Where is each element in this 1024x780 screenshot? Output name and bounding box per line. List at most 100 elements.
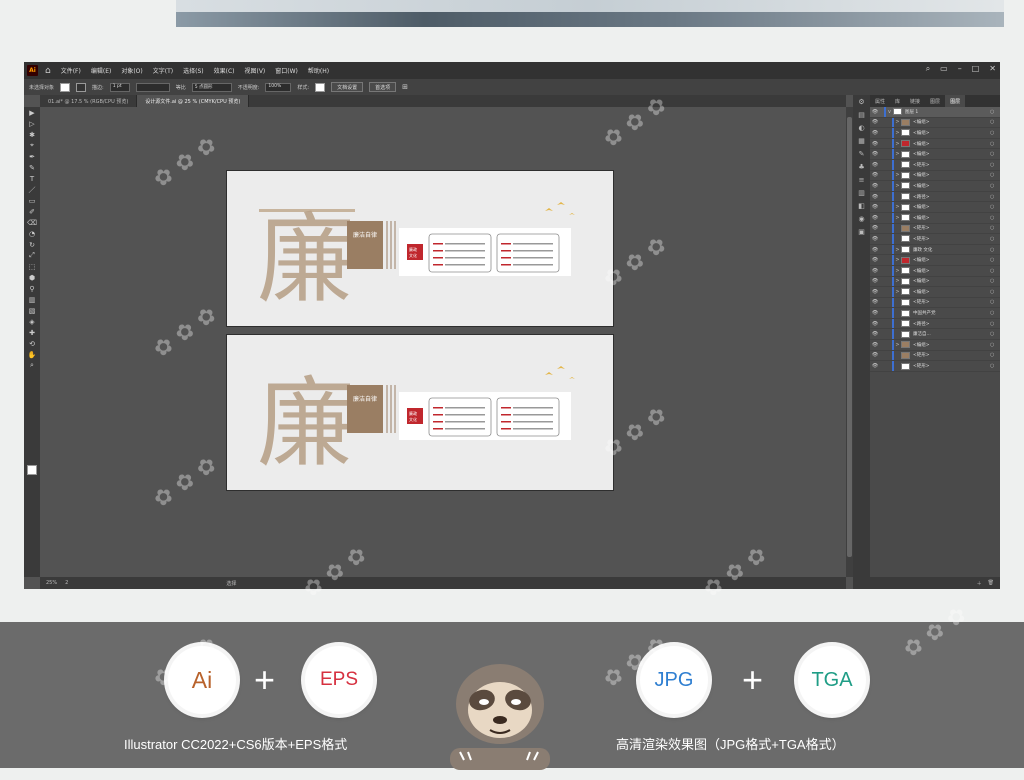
tab-links[interactable]: 链接: [905, 95, 925, 107]
variable-width-profile[interactable]: [135, 82, 170, 92]
shape-builder-tool-icon[interactable]: ⬢: [24, 272, 40, 283]
visibility-eye-icon[interactable]: 👁: [870, 363, 880, 369]
target-circle-icon[interactable]: ○: [990, 151, 1000, 157]
layer-row[interactable]: 👁 > <编组> ○: [870, 138, 1000, 150]
target-circle-icon[interactable]: ○: [990, 321, 1000, 327]
target-circle-icon[interactable]: ○: [990, 141, 1000, 147]
artboard-1[interactable]: 廉 廉洁自律 廉政 文化: [226, 170, 614, 327]
symbols-icon[interactable]: ♣: [853, 160, 870, 173]
layer-row[interactable]: 👁 > <编组> ○: [870, 265, 1000, 277]
target-circle-icon[interactable]: ○: [990, 247, 1000, 253]
close-icon[interactable]: ✕: [989, 64, 996, 74]
visibility-eye-icon[interactable]: 👁: [870, 268, 880, 274]
stroke-icon[interactable]: ≡: [853, 173, 870, 186]
layer-row[interactable]: 👁 <矩形> ○: [870, 350, 1000, 362]
tab-document-1[interactable]: 01.ai* @ 17.5 % (RGB/CPU 预览): [40, 95, 138, 107]
layer-row[interactable]: 👁 > <编组> ○: [870, 181, 1000, 192]
arrange-documents-icon[interactable]: ⊞: [402, 83, 408, 91]
gradient-tool-icon[interactable]: ▧: [24, 305, 40, 316]
stroke-swatch[interactable]: [76, 82, 87, 92]
layer-row[interactable]: 👁 > <编组> ○: [870, 212, 1000, 224]
pen-tool-icon[interactable]: ✒: [24, 151, 40, 162]
menu-view[interactable]: 视图(V): [244, 66, 265, 75]
selection-tool-icon[interactable]: ▶: [24, 107, 40, 118]
layer-row[interactable]: 👁 > <编组> ○: [870, 117, 1000, 129]
tab-libraries[interactable]: 库: [890, 95, 905, 107]
visibility-eye-icon[interactable]: 👁: [870, 342, 880, 348]
brush-definition[interactable]: 5 点圆形: [191, 82, 232, 92]
reflect-tool-icon[interactable]: ↻: [24, 239, 40, 250]
layer-row[interactable]: 👁 > 廉政 文化 ○: [870, 244, 1000, 256]
target-circle-icon[interactable]: ○: [990, 215, 1000, 221]
hand-tool-icon[interactable]: ✋: [24, 349, 40, 360]
tab-layers[interactable]: 图层: [925, 95, 945, 107]
visibility-eye-icon[interactable]: 👁: [870, 215, 880, 221]
target-circle-icon[interactable]: ○: [990, 278, 1000, 284]
visibility-eye-icon[interactable]: 👁: [870, 162, 880, 168]
minimize-icon[interactable]: –: [958, 64, 962, 74]
layer-row[interactable]: 👁 > <编组> ○: [870, 202, 1000, 213]
target-circle-icon[interactable]: ○: [990, 172, 1000, 178]
expand-toggle-icon[interactable]: >: [894, 119, 901, 125]
layer-row[interactable]: 👁 > <编组> ○: [870, 170, 1000, 182]
expand-toggle-icon[interactable]: >: [894, 172, 901, 178]
mesh-tool-icon[interactable]: ▥: [24, 294, 40, 305]
target-circle-icon[interactable]: ○: [990, 363, 1000, 369]
target-circle-icon[interactable]: ○: [990, 194, 1000, 200]
expand-toggle-icon[interactable]: >: [894, 247, 901, 253]
expand-toggle-icon[interactable]: >: [894, 342, 901, 348]
layer-row[interactable]: 👁 <矩形> ○: [870, 297, 1000, 309]
color-icon[interactable]: ◐: [853, 121, 870, 134]
artboard-number[interactable]: 2: [65, 580, 68, 586]
target-circle-icon[interactable]: ○: [990, 183, 1000, 189]
zoom-level[interactable]: 25%: [46, 580, 57, 586]
target-circle-icon[interactable]: ○: [990, 289, 1000, 295]
transparency-icon[interactable]: ◧: [853, 199, 870, 212]
target-circle-icon[interactable]: ○: [990, 204, 1000, 210]
vertical-scrollbar[interactable]: [846, 107, 853, 577]
expand-toggle-icon[interactable]: >: [894, 151, 901, 157]
properties-icon[interactable]: ⚙: [853, 95, 870, 108]
tab-layers-active[interactable]: 图层: [945, 95, 966, 107]
visibility-eye-icon[interactable]: 👁: [870, 289, 880, 295]
expand-toggle-icon[interactable]: v: [886, 109, 893, 115]
layer-row[interactable]: 👁 > <编组> ○: [870, 128, 1000, 139]
expand-toggle-icon[interactable]: >: [894, 257, 901, 263]
style-swatch[interactable]: [315, 82, 326, 92]
visibility-eye-icon[interactable]: 👁: [870, 331, 880, 337]
target-circle-icon[interactable]: ○: [990, 119, 1000, 125]
target-circle-icon[interactable]: ○: [990, 299, 1000, 305]
blend-tool-icon[interactable]: ✚: [24, 327, 40, 338]
swatches-icon[interactable]: ▦: [853, 134, 870, 147]
free-transform-tool-icon[interactable]: ⬚: [24, 261, 40, 272]
menu-edit[interactable]: 编辑(E): [91, 66, 111, 75]
layer-row[interactable]: 👁 > <编组> ○: [870, 255, 1000, 266]
search-icon[interactable]: ⌕: [926, 64, 930, 74]
expand-toggle-icon[interactable]: >: [894, 268, 901, 274]
layer-row[interactable]: 👁 <矩形> ○: [870, 159, 1000, 171]
visibility-eye-icon[interactable]: 👁: [870, 172, 880, 178]
tab-document-2[interactable]: 设计源文件.ai @ 25 % (CMYK/CPU 预览): [137, 95, 250, 107]
menu-select[interactable]: 选择(S): [183, 66, 204, 75]
canvas[interactable]: 廉 廉洁自律 廉政 文化 廉 廉洁自律 廉政 文化: [40, 107, 846, 577]
layer-row[interactable]: 👁 <矩形> ○: [870, 234, 1000, 245]
menu-effect[interactable]: 效果(C): [214, 66, 235, 75]
tab-properties[interactable]: 属性: [870, 95, 890, 107]
zoom-tool-icon[interactable]: ⌕: [24, 360, 40, 371]
visibility-eye-icon[interactable]: 👁: [870, 236, 880, 242]
gradient-icon[interactable]: ▥: [853, 186, 870, 199]
appearance-icon[interactable]: ◉: [853, 212, 870, 225]
perspective-tool-icon[interactable]: ⚲: [24, 283, 40, 294]
paintbrush-tool-icon[interactable]: ✐: [24, 206, 40, 217]
expand-toggle-icon[interactable]: >: [894, 183, 901, 189]
artboard-2[interactable]: 廉 廉洁自律 廉政 文化: [226, 334, 614, 491]
eyedropper-tool-icon[interactable]: ◈: [24, 316, 40, 327]
layers-icon[interactable]: ▣: [853, 225, 870, 238]
target-circle-icon[interactable]: ○: [990, 342, 1000, 348]
visibility-eye-icon[interactable]: 👁: [870, 278, 880, 284]
layer-row[interactable]: 👁 <路径> ○: [870, 318, 1000, 330]
brushes-icon[interactable]: ✎: [853, 147, 870, 160]
arrange-icon[interactable]: ▭: [940, 64, 948, 74]
opacity-field[interactable]: 100%: [265, 82, 292, 92]
visibility-eye-icon[interactable]: 👁: [870, 247, 880, 253]
